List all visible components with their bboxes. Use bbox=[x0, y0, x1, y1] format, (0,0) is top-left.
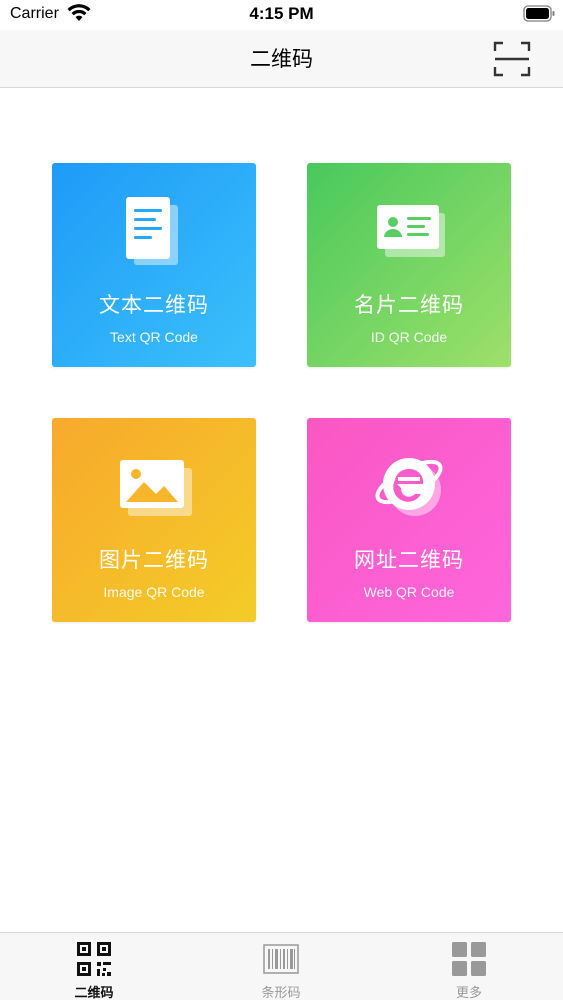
tab-more[interactable]: 更多 bbox=[409, 933, 529, 1000]
battery-icon bbox=[523, 5, 555, 22]
image-qr-code-tile[interactable]: 图片二维码 Image QR Code bbox=[52, 418, 256, 622]
id-qr-code-tile[interactable]: 名片二维码 ID QR Code bbox=[307, 163, 511, 367]
web-qr-code-tile[interactable]: 网址二维码 Web QR Code bbox=[307, 418, 511, 622]
browser-icon bbox=[375, 458, 443, 516]
status-bar: Carrier 4:15 PM bbox=[0, 0, 563, 30]
text-qr-code-tile[interactable]: 文本二维码 Text QR Code bbox=[52, 163, 256, 367]
grid-icon bbox=[452, 942, 486, 976]
tile-subtitle: Text QR Code bbox=[110, 329, 198, 345]
tab-label: 条形码 bbox=[261, 986, 301, 1000]
tile-subtitle: ID QR Code bbox=[370, 329, 448, 345]
barcode-icon bbox=[263, 944, 299, 974]
id-card-icon bbox=[377, 205, 445, 257]
document-icon bbox=[126, 197, 178, 265]
navigation-bar: 二维码 bbox=[0, 30, 563, 88]
page-title: 二维码 bbox=[250, 47, 313, 71]
qr-code-icon bbox=[77, 942, 111, 976]
image-icon bbox=[120, 460, 192, 516]
tile-title: 图片二维码 bbox=[99, 548, 209, 572]
tab-label: 二维码 bbox=[74, 986, 114, 1000]
scan-frame-icon[interactable] bbox=[493, 40, 531, 78]
tile-subtitle: Web QR Code bbox=[363, 584, 455, 600]
tab-qr-code[interactable]: 二维码 bbox=[34, 933, 154, 1000]
tab-bar: 二维码 条形码 更多 bbox=[0, 932, 563, 1000]
tile-subtitle: Image QR Code bbox=[103, 584, 205, 600]
tab-label: 更多 bbox=[455, 986, 482, 1000]
tile-title: 网址二维码 bbox=[354, 548, 464, 572]
tile-title: 文本二维码 bbox=[99, 293, 209, 317]
status-time: 4:15 PM bbox=[249, 4, 314, 23]
tab-barcode[interactable]: 条形码 bbox=[221, 933, 341, 1000]
tile-title: 名片二维码 bbox=[354, 293, 464, 317]
